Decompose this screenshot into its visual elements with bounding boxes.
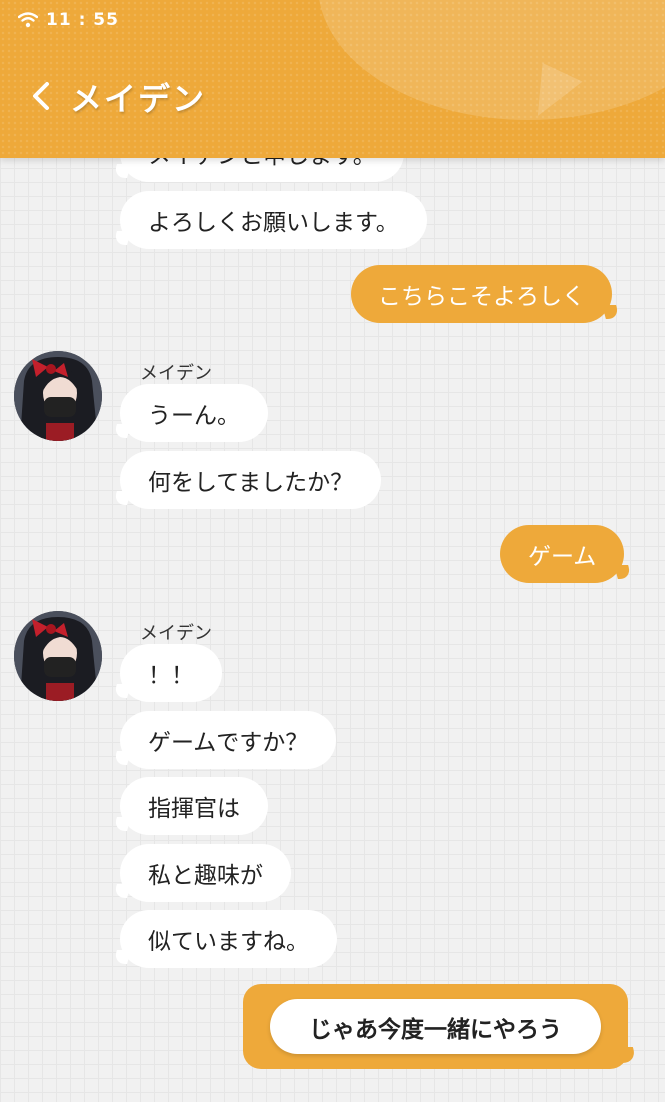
- back-button[interactable]: [26, 78, 56, 114]
- reply-choice-panel: じゃあ今度一緒にやろう: [243, 984, 628, 1069]
- message-bubble: 私と趣味が: [120, 844, 291, 902]
- message-bubble: 似ていますね。: [120, 910, 337, 968]
- message-bubble-player: ゲーム: [500, 525, 625, 583]
- avatar[interactable]: [14, 351, 102, 441]
- sender-name: メイデン: [140, 363, 212, 384]
- message-bubble: 指揮官は: [120, 777, 268, 835]
- message-bubble: 何をしてましたか？: [120, 451, 382, 509]
- reply-choice-button[interactable]: じゃあ今度一緒にやろう: [270, 999, 601, 1054]
- message-bubble: ！！: [120, 644, 222, 702]
- header-decoration: [318, 0, 665, 120]
- chat-log[interactable]: メイデンと申します。 よろしくお願いします。 こちらこそよろしく メイデン うー…: [0, 0, 665, 1102]
- status-time: 11 : 55: [46, 10, 119, 30]
- chevron-left-icon: [33, 82, 49, 110]
- avatar[interactable]: [14, 611, 102, 701]
- sender-name: メイデン: [140, 623, 212, 644]
- app-header: 11 : 55 メイデン: [0, 0, 665, 158]
- chat-title: メイデン: [70, 80, 207, 118]
- message-bubble: ゲームですか？: [120, 711, 337, 769]
- message-bubble: うーん。: [120, 384, 268, 442]
- message-bubble-player: こちらこそよろしく: [351, 265, 612, 323]
- status-bar: 11 : 55: [18, 10, 119, 30]
- wifi-icon: [18, 12, 38, 28]
- message-bubble: よろしくお願いします。: [120, 191, 427, 249]
